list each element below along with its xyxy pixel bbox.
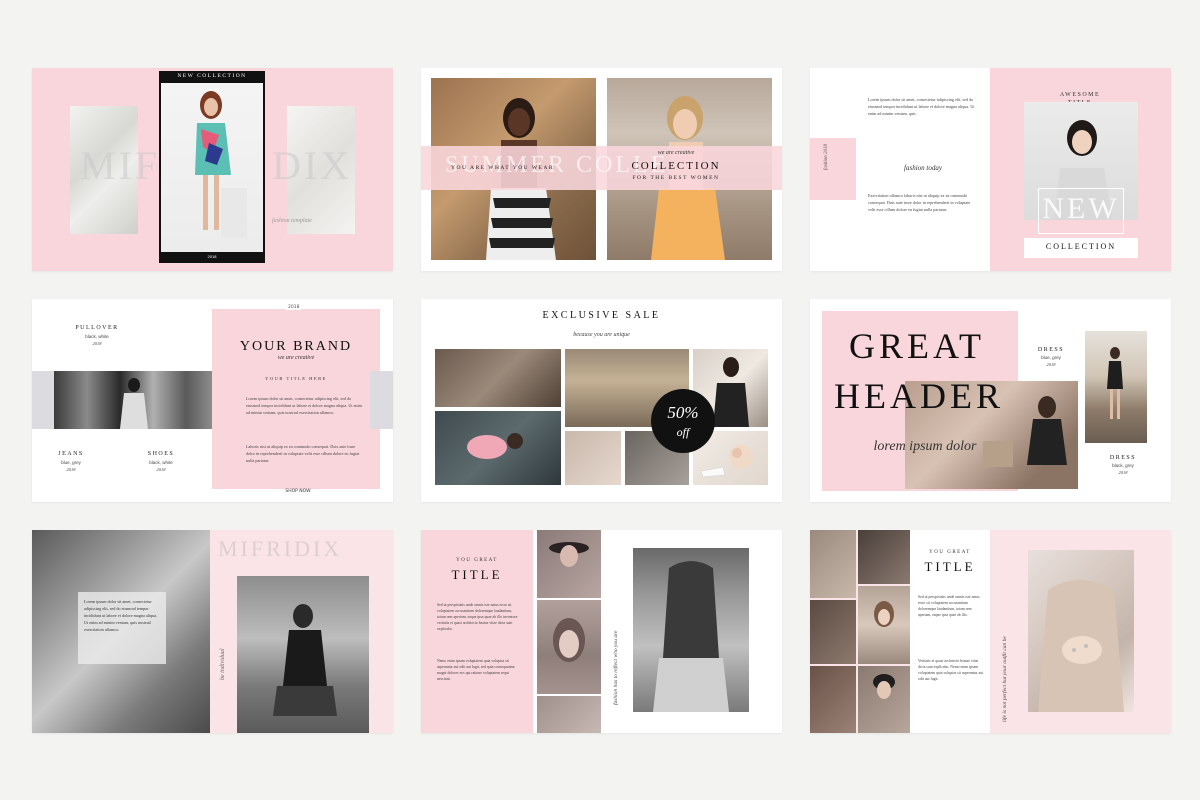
- figure-hat: [549, 542, 589, 567]
- year-tag: 2018: [286, 305, 302, 310]
- ghost-brand: MIFRIDIX: [218, 536, 343, 561]
- card-body: Lorem ipsum dolor sit amet, consectetur …: [84, 599, 158, 632]
- walking-model-photo: [1085, 331, 1147, 443]
- figure-lying: [467, 433, 523, 459]
- grid-photo-2: [858, 530, 910, 584]
- brand-title: YOUR BRAND: [239, 339, 353, 354]
- dress2-year: 2018: [1118, 470, 1128, 475]
- shoes-label: SHOES: [147, 451, 175, 457]
- bw-figure: [120, 378, 148, 429]
- ghost-text-right: DIX: [272, 143, 353, 188]
- pullover-sub: black, white: [85, 334, 109, 339]
- slide-great-header[interactable]: GREAT HEADER lorem ipsum dolor DRESS blu…: [810, 299, 1171, 502]
- side-script-individual: be individual: [220, 648, 226, 681]
- body-1: Sed ut perspiciatis unde omnis iste natu…: [918, 595, 980, 617]
- shoes-sub: black, white: [149, 460, 173, 465]
- dress1-year: 2018: [1046, 362, 1056, 367]
- slide-new-collection[interactable]: MIF DIX NEW COLLECTION 2018 fashion temp…: [32, 68, 393, 271]
- ghost-text-left: MIF: [80, 143, 161, 188]
- photo-lying-model: [435, 411, 561, 485]
- collection-label: COLLECTION: [1045, 242, 1117, 251]
- sale-title: EXCLUSIVE SALE: [542, 310, 661, 321]
- collection-title: COLLECTION: [631, 160, 721, 172]
- big-new: NEW: [1042, 192, 1120, 225]
- grid-photo-3: [810, 600, 856, 664]
- header-text: HEADER: [834, 376, 1004, 416]
- figure-grid6: [873, 674, 895, 699]
- your-title-here: YOUR TITLE HERE: [265, 376, 327, 381]
- grid-photo-5: [810, 666, 856, 733]
- figure-closeup: [553, 618, 585, 662]
- model-figure: [195, 91, 247, 238]
- figure-street: [273, 604, 337, 716]
- shop-now-button[interactable]: SHOP NOW: [278, 489, 318, 494]
- pullover-year: 2018: [92, 341, 102, 346]
- header-script: lorem ipsum dolor: [873, 439, 977, 454]
- jeans-year: 2018: [66, 467, 76, 472]
- pre-title: AWESOME: [1059, 92, 1101, 98]
- banner-title: NEW COLLECTION: [177, 73, 247, 79]
- slide-your-brand[interactable]: PULLOVER black, white 2018 JEANS blue, g…: [32, 299, 393, 502]
- script-caption: fashion template: [272, 218, 312, 224]
- great-text: GREAT: [849, 326, 985, 366]
- photo-clothing-rack: [565, 431, 621, 485]
- title: TITLE: [451, 567, 503, 582]
- body-text-2: Exercitation ullamco laboris nisi ut ali…: [868, 193, 971, 212]
- grid-photo-1: [810, 530, 856, 598]
- dress2-sub: black, grey: [1112, 463, 1134, 468]
- figure-grid4: [874, 601, 894, 627]
- discount-off: off: [676, 425, 690, 439]
- model-photo: [161, 83, 263, 252]
- grid-photo-4: [858, 586, 910, 664]
- slide-be-individual[interactable]: Lorem ipsum dolor sit amet, consectetur …: [32, 530, 393, 733]
- brand-script: we are creative: [277, 355, 315, 361]
- dress1-label: DRESS: [1037, 347, 1065, 353]
- pullover-label: PULLOVER: [75, 325, 119, 331]
- pre-title: YOU GREAT: [929, 550, 971, 555]
- figure-back: [653, 561, 729, 712]
- slide-awesome-title[interactable]: fashion 2018 Lorem ipsum dolor sit amet,…: [810, 68, 1171, 271]
- jeans-label: JEANS: [58, 451, 84, 457]
- slide-summer-collection[interactable]: SUMMER COLLE YOU ARE WHAT YOU WEAR we ar…: [421, 68, 782, 271]
- slide-life-not-perfect[interactable]: YOU GREAT TITLE Sed ut perspiciatis unde…: [810, 530, 1171, 733]
- script-fashion-today: fashion today: [904, 164, 942, 172]
- sale-script: because you are unique: [573, 332, 630, 338]
- hat-model-photo: [537, 530, 601, 598]
- brand-body-1: Lorem ipsum dolor sit amet, consectetur …: [246, 396, 362, 415]
- hands-rings-photo: [1028, 550, 1134, 712]
- jeans-sub: blue, grey: [61, 460, 81, 465]
- body-2: Veritatis et quasi architecto beatae vit…: [918, 659, 984, 681]
- shoes-year: 2018: [156, 467, 166, 472]
- closeup-model-photo: [537, 600, 601, 694]
- figure-walking: [1107, 347, 1123, 419]
- side-pink-tab: [810, 138, 856, 200]
- body-2: Nemo enim ipsam voluptatem quia voluptas…: [437, 659, 515, 681]
- collection-subtitle: FOR THE BEST WOMEN: [632, 175, 720, 181]
- dress1-sub: blue, grey: [1041, 355, 1061, 360]
- cover-year: 2018: [207, 254, 217, 259]
- discount-percent: 50%: [667, 403, 699, 422]
- back-hair-photo: [633, 548, 749, 712]
- accessory-photo: [537, 696, 601, 733]
- street-model-photo: [237, 576, 369, 733]
- slide-you-great-title[interactable]: YOU GREAT TITLE Sed ut perspiciatis unde…: [421, 530, 782, 733]
- brand-body-2: Laboris nisi ut aliquip ex ea commodo co…: [246, 444, 360, 463]
- figure-hands: [1038, 580, 1124, 712]
- body-1: Sed ut perspiciatis unde omnis iste natu…: [437, 603, 518, 631]
- dress2-label: DRESS: [1109, 455, 1137, 461]
- side-script: fashion 2018: [824, 144, 829, 170]
- grid-photo-6: [858, 666, 910, 733]
- side-script-life: life is not perfect but your outfit can …: [1002, 636, 1008, 722]
- bw-photo-strip: [54, 371, 219, 429]
- photo-coffee-friends: [435, 349, 561, 407]
- script-creative: we are creative: [657, 150, 695, 156]
- slide-exclusive-sale[interactable]: EXCLUSIVE SALE because you are unique 50…: [421, 299, 782, 502]
- pre-title: YOU GREAT: [456, 558, 498, 563]
- side-script-reflect: fashion has to reflect who you are: [613, 630, 619, 705]
- body-text-1: Lorem ipsum dolor sit amet, consectetur …: [868, 97, 975, 116]
- title: TITLE: [924, 559, 976, 574]
- tagline: YOU ARE WHAT YOU WEAR: [451, 165, 555, 171]
